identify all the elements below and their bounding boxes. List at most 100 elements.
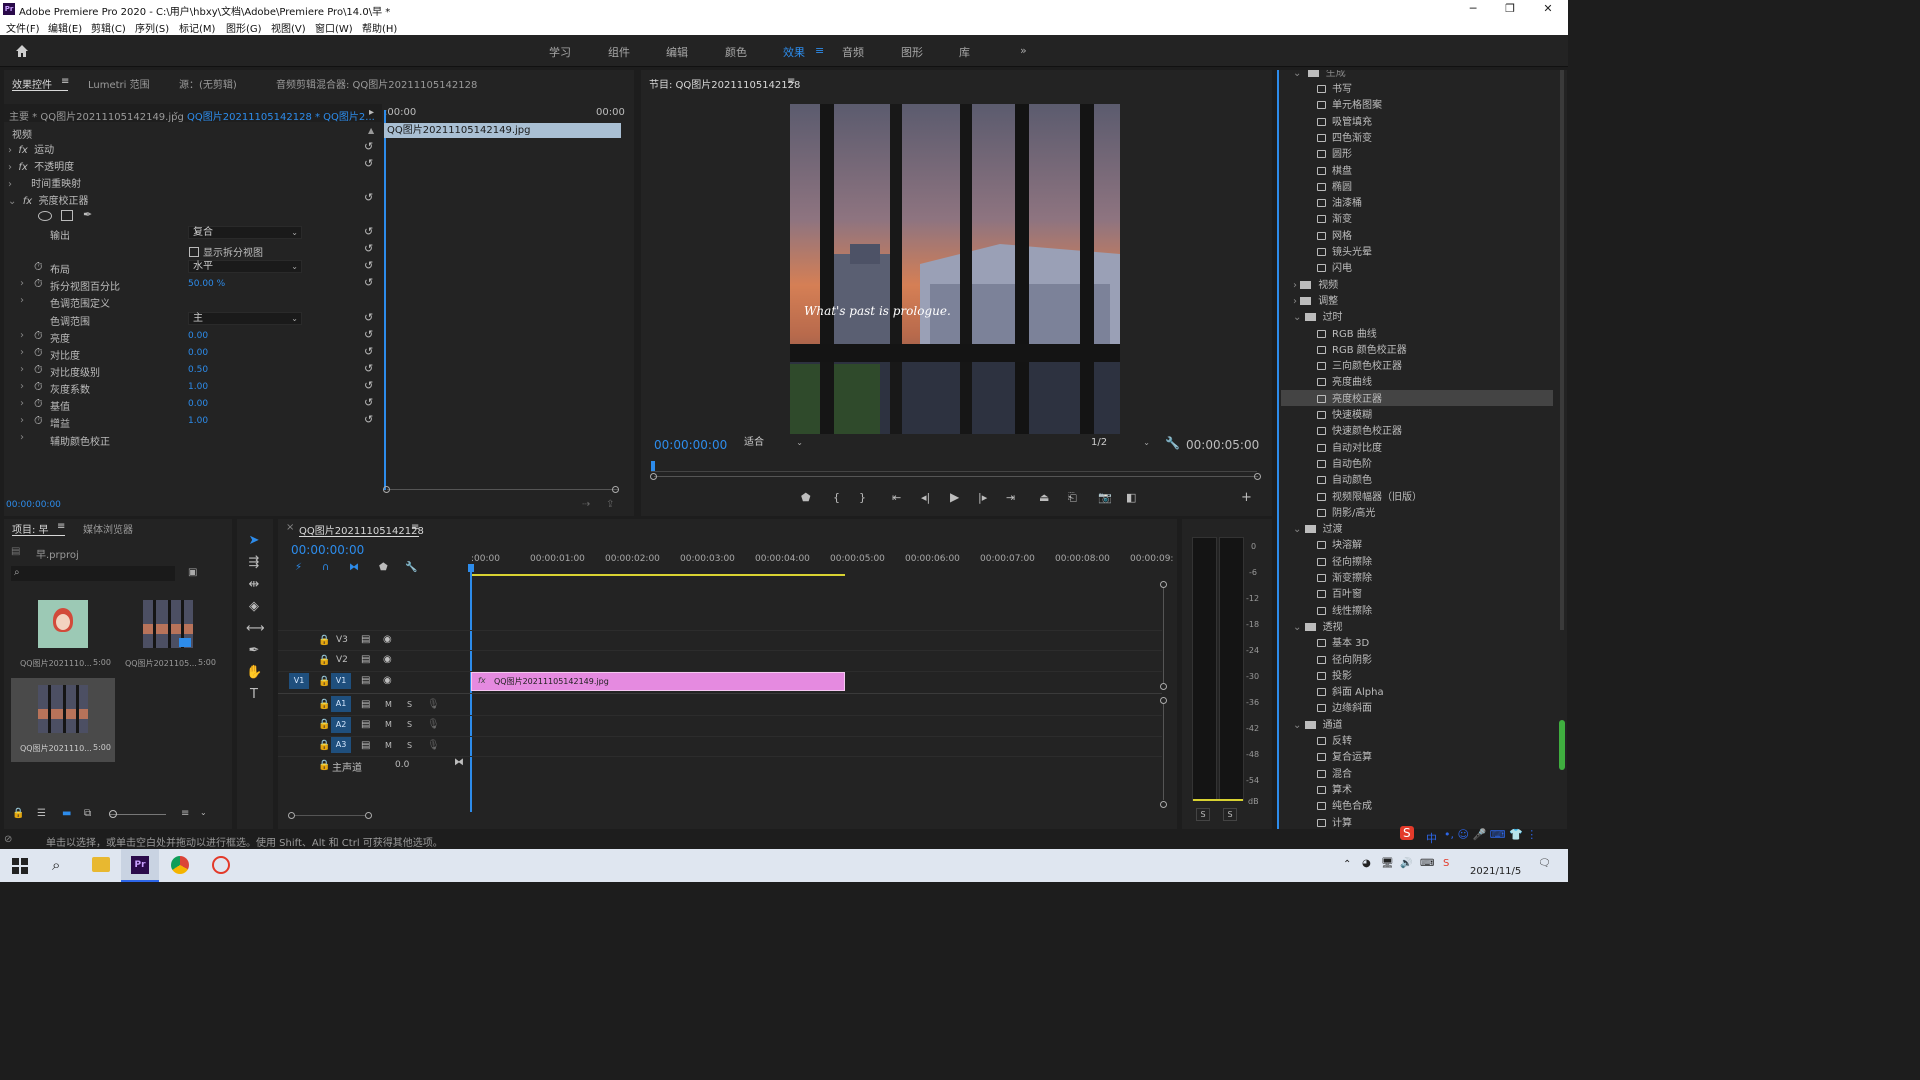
list-view-icon[interactable]: ☰ xyxy=(37,808,46,819)
menu-clip[interactable]: 剪辑(C) xyxy=(91,20,126,35)
effect-item[interactable]: 渐变擦除 xyxy=(1317,569,1372,585)
sync-lock-icon[interactable]: ▤ xyxy=(361,634,370,645)
menu-view[interactable]: 视图(V) xyxy=(271,20,306,35)
reset-icon[interactable]: ↺ xyxy=(364,396,376,409)
chevron-up-icon[interactable]: ⌃ xyxy=(1343,859,1351,870)
effect-item[interactable]: 镜头光晕 xyxy=(1317,243,1372,259)
workspace-learn[interactable]: 学习 xyxy=(549,44,571,60)
freeform-view-icon[interactable]: ⧉ xyxy=(84,808,91,819)
timeline-hscroll[interactable] xyxy=(295,815,365,816)
add-marker-icon[interactable]: ⬟ xyxy=(801,491,811,504)
reset-icon[interactable]: ↺ xyxy=(364,311,376,324)
master-expand-icon[interactable]: ⧓ xyxy=(454,757,464,768)
chrome-icon[interactable] xyxy=(171,856,189,874)
stopwatch-icon[interactable]: ⏱ xyxy=(34,329,43,343)
reset-icon[interactable]: ↺ xyxy=(364,191,376,204)
ripple-edit-icon[interactable]: ⇹ xyxy=(246,577,262,592)
expand-icon[interactable]: › xyxy=(20,278,24,289)
effect-item[interactable]: 四色渐变 xyxy=(1317,129,1372,145)
track-label-a1[interactable]: A1 xyxy=(331,696,351,712)
scroll-handle[interactable] xyxy=(1160,683,1167,690)
master-volume-value[interactable]: 0.0 xyxy=(395,760,409,770)
expand-icon[interactable]: › xyxy=(20,381,24,392)
collapse-up-icon[interactable]: ▲ xyxy=(368,126,374,135)
program-video-frame[interactable]: What's past is prologue. xyxy=(790,104,1120,434)
effect-item[interactable]: 渐变 xyxy=(1317,210,1352,226)
sync-lock-icon[interactable]: ▤ xyxy=(361,719,370,730)
effect-item[interactable]: 闪电 xyxy=(1317,259,1352,275)
effect-row-luma-corrector[interactable]: ⌄ fx 亮度校正器 xyxy=(8,192,378,208)
track-label-a3[interactable]: A3 xyxy=(331,737,351,753)
sync-lock-icon[interactable]: ▤ xyxy=(361,699,370,710)
track-select-icon[interactable]: ⇶ xyxy=(246,555,262,570)
chevron-down-icon[interactable]: ⌄ xyxy=(200,808,207,817)
stopwatch-icon[interactable]: ⏱ xyxy=(34,397,43,411)
filter-icon[interactable]: ⇢ xyxy=(582,499,590,510)
program-ruler[interactable] xyxy=(651,462,1257,472)
project-search-input[interactable]: ⌕ xyxy=(11,566,175,581)
play-triangle-icon[interactable]: ▸ xyxy=(369,107,374,118)
effect-item[interactable]: 棋盘 xyxy=(1317,162,1352,178)
effect-item[interactable]: 快速模糊 xyxy=(1317,406,1372,422)
ec-zoom-scrollbar[interactable] xyxy=(387,489,619,490)
reset-icon[interactable]: ↺ xyxy=(364,362,376,375)
lock-icon[interactable]: 🔒 xyxy=(12,808,24,819)
master-clip-label[interactable]: 主要 * QQ图片20211105142149.jpg xyxy=(9,108,184,123)
effect-item[interactable]: RGB 曲线 xyxy=(1317,325,1377,341)
track-label-v3[interactable]: V3 xyxy=(336,635,348,645)
workspace-assembly[interactable]: 组件 xyxy=(608,44,630,60)
solo-button[interactable]: S xyxy=(407,700,412,709)
effects-folder[interactable]: › 调整 xyxy=(1293,292,1338,308)
folder-generate[interactable]: ⌄ 生成 xyxy=(1293,70,1346,80)
stopwatch-icon[interactable]: ⏱ xyxy=(34,414,43,428)
menu-edit[interactable]: 编辑(E) xyxy=(48,20,82,35)
add-button-icon[interactable]: + xyxy=(1241,490,1252,505)
go-to-out-icon[interactable]: ⇥ xyxy=(1006,491,1015,504)
file-explorer-icon[interactable] xyxy=(92,857,110,872)
effects-scrollbar[interactable] xyxy=(1560,70,1564,630)
audio-scrollbar[interactable] xyxy=(1163,704,1164,800)
icon-view-icon[interactable]: ▬ xyxy=(62,808,71,819)
resolution-dropdown[interactable]: 1/2 ⌄ xyxy=(1087,437,1153,450)
effect-item[interactable]: 自动对比度 xyxy=(1317,439,1382,455)
effect-item[interactable]: 百叶窗 xyxy=(1317,585,1362,601)
output-dropdown[interactable]: 复合 ⌄ xyxy=(188,226,302,239)
menu-file[interactable]: 文件(F) xyxy=(6,20,40,35)
extract-icon[interactable]: ⎗ xyxy=(1068,491,1077,505)
timeline-timecode[interactable]: 00:00:00:00 xyxy=(291,543,364,559)
sync-lock-icon[interactable]: ▤ xyxy=(361,675,370,686)
ime-tray-icon[interactable]: ⌨ xyxy=(1420,858,1434,869)
menu-help[interactable]: 帮助(H) xyxy=(362,20,397,35)
scroll-handle-left[interactable] xyxy=(288,812,295,819)
gain-value[interactable]: 1.00 xyxy=(188,416,208,432)
workspace-color[interactable]: 颜色 xyxy=(725,44,747,60)
playhead-handle[interactable] xyxy=(468,564,474,572)
thumbnail-size-slider[interactable] xyxy=(110,814,166,815)
sogou-icon[interactable]: S xyxy=(1443,858,1449,869)
eye-icon[interactable]: ◉ xyxy=(383,675,392,686)
add-marker-icon[interactable]: ⬟ xyxy=(379,562,388,573)
project-item[interactable]: QQ图片2021110... 5:00 xyxy=(11,593,115,677)
timeline-settings-icon[interactable]: 🔧 xyxy=(405,562,417,573)
home-icon[interactable] xyxy=(14,43,30,59)
close-tab-icon[interactable]: × xyxy=(286,522,294,533)
reset-icon[interactable]: ↺ xyxy=(364,345,376,358)
effect-item[interactable]: 投影 xyxy=(1317,667,1352,683)
expand-icon[interactable]: › xyxy=(20,415,24,426)
panel-menu-icon[interactable]: ≡ xyxy=(411,522,419,533)
mark-in-icon[interactable]: { xyxy=(833,491,840,504)
effect-item[interactable]: 圆形 xyxy=(1317,145,1352,161)
lock-icon[interactable]: 🔒 xyxy=(318,655,330,666)
effect-item[interactable]: 径向阴影 xyxy=(1317,651,1372,667)
source-patch-v1[interactable]: V1 xyxy=(289,673,309,689)
contrast-level-value[interactable]: 0.50 xyxy=(188,365,208,381)
effects-folder[interactable]: ⌄ 过时 xyxy=(1293,308,1343,324)
microphone-icon[interactable]: 🎙 xyxy=(427,719,440,730)
program-playhead[interactable] xyxy=(651,461,655,471)
reset-icon[interactable]: ↺ xyxy=(364,225,376,238)
step-forward-icon[interactable]: |▸ xyxy=(978,491,987,504)
reset-icon[interactable]: ↺ xyxy=(364,379,376,392)
workspace-audio[interactable]: 音频 xyxy=(842,44,864,60)
panel-menu-icon[interactable]: ≡ xyxy=(61,76,69,87)
track-label-v2[interactable]: V2 xyxy=(336,655,348,665)
